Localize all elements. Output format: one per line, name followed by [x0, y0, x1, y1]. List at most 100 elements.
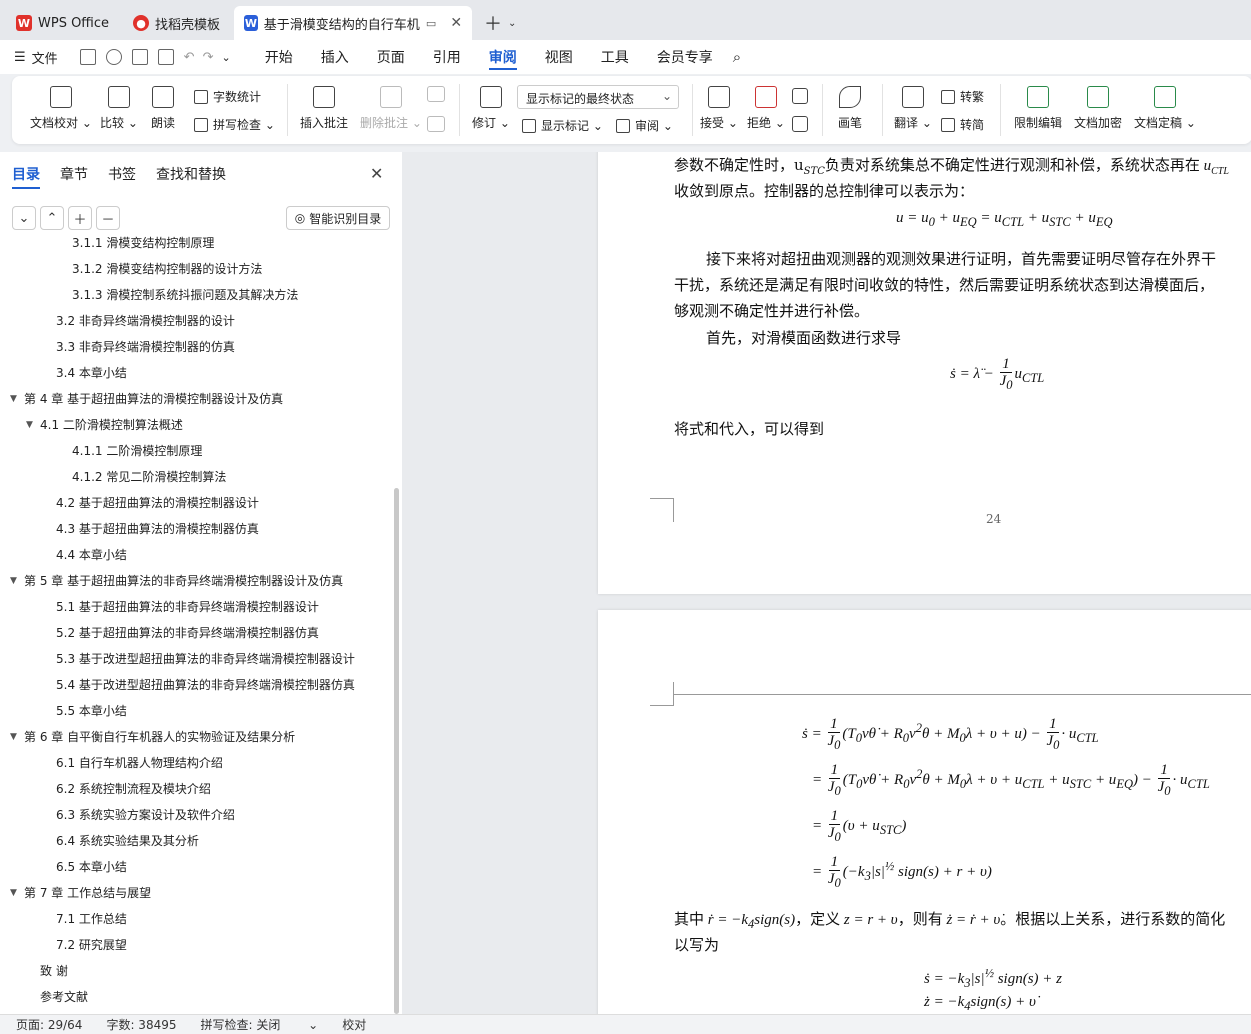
delete-comment-button[interactable]: 删除批注 ⌄: [360, 86, 422, 131]
tab-docer-templates[interactable]: ● 找稻壳模板: [123, 6, 230, 40]
document-page-24[interactable]: 参数不确定性时，uSTC负责对系统集总不确定性进行观测和补偿，系统状态再在 uC…: [598, 152, 1251, 594]
toc-item[interactable]: ▼ 第 7 章 工作总结与展望: [10, 884, 151, 901]
expand-arrow-icon[interactable]: ▼: [10, 732, 24, 742]
menu-tab-review[interactable]: 审阅: [475, 40, 531, 74]
nav-tab-bookmarks[interactable]: 书签: [108, 164, 136, 189]
insert-comment-button[interactable]: 插入批注: [300, 86, 348, 131]
menu-tab-insert[interactable]: 插入: [307, 40, 363, 74]
toc-item[interactable]: 7.2 研究展望: [56, 936, 127, 953]
ink-button[interactable]: 画笔: [838, 86, 862, 131]
toc-item[interactable]: 参考文献: [40, 988, 88, 1005]
chevron-down-icon[interactable]: ⌄: [508, 18, 516, 29]
toc-item[interactable]: 6.2 系统控制流程及模块介绍: [56, 780, 211, 797]
toc-item[interactable]: 7.1 工作总结: [56, 910, 127, 927]
toc-item[interactable]: 5.1 基于超扭曲算法的非奇异终端滑模控制器设计: [56, 598, 319, 615]
menu-tab-member[interactable]: 会员专享: [643, 40, 727, 74]
toc-item[interactable]: 4.1.2 常见二阶滑模控制算法: [72, 468, 226, 485]
expand-up-button[interactable]: ⌃: [40, 206, 64, 230]
menu-tab-page[interactable]: 页面: [363, 40, 419, 74]
toc-item[interactable]: ▼ 第 6 章 自平衡自行车机器人的实物验证及结果分析: [10, 728, 295, 745]
toc-item[interactable]: 5.5 本章小结: [56, 702, 127, 719]
toc-item[interactable]: 6.1 自行车机器人物理结构介绍: [56, 754, 223, 771]
toc-item[interactable]: 3.4 本章小结: [56, 364, 127, 381]
toc-item[interactable]: 4.1.1 二阶滑模控制原理: [72, 442, 202, 459]
reject-button[interactable]: 拒绝 ⌄: [747, 86, 785, 131]
toc-item[interactable]: ▼ 第 5 章 基于超扭曲算法的非奇异终端滑模控制器设计及仿真: [10, 572, 343, 589]
spell-check-button[interactable]: 拼写检查 ⌄: [194, 116, 275, 133]
finalize-button[interactable]: 文档定稿 ⌄: [1134, 86, 1196, 131]
prev-comment-button[interactable]: [427, 86, 445, 108]
add-heading-button[interactable]: ＋: [68, 206, 92, 230]
print-preview-icon[interactable]: [157, 49, 174, 65]
expand-arrow-icon[interactable]: ▼: [26, 420, 40, 430]
toc-item[interactable]: 5.2 基于超扭曲算法的非奇异终端滑模控制器仿真: [56, 624, 319, 641]
document-page-25[interactable]: ṡ = 1 J0 (T0vθ̇ + R0v2θ + M0λ + υ + u) − 1…: [598, 610, 1251, 1014]
markup-state-select[interactable]: 显示标记的最终状态 ⌄: [517, 85, 679, 109]
menu-tab-tools[interactable]: 工具: [587, 40, 643, 74]
page-indicator[interactable]: 页面: 29/64: [16, 1016, 82, 1033]
menu-tab-references[interactable]: 引用: [419, 40, 475, 74]
file-menu[interactable]: ☰ 文件: [14, 48, 58, 67]
to-simplified-button[interactable]: 转简: [941, 116, 984, 133]
word-count-indicator[interactable]: 字数: 38495: [106, 1016, 176, 1033]
expand-arrow-icon[interactable]: ▼: [10, 576, 24, 586]
toc-item[interactable]: ▼ 4.1 二阶滑模控制算法概述: [26, 416, 183, 433]
menu-tab-home[interactable]: 开始: [251, 40, 307, 74]
document-area[interactable]: 参数不确定性时，uSTC负责对系统集总不确定性进行观测和补偿，系统状态再在 uC…: [402, 152, 1251, 1014]
next-change-button[interactable]: [792, 116, 808, 138]
toc-item[interactable]: 3.1.1 滑模变结构控制原理: [72, 234, 214, 251]
compare-button[interactable]: 比较 ⌄: [100, 86, 138, 131]
word-count-button[interactable]: 字数统计: [194, 88, 261, 105]
expand-arrow-icon[interactable]: ▼: [10, 888, 24, 898]
toc-item[interactable]: ▼ 第 4 章 基于超扭曲算法的滑模控制器设计及仿真: [10, 390, 283, 407]
review-pane-button[interactable]: 审阅 ⌄: [616, 117, 673, 134]
show-markup-button[interactable]: 显示标记 ⌄: [522, 117, 603, 134]
toc-item[interactable]: 4.4 本章小结: [56, 546, 127, 563]
nav-tab-toc[interactable]: 目录: [12, 164, 40, 189]
translate-button[interactable]: 翻译 ⌄: [894, 86, 932, 131]
menu-tab-view[interactable]: 视图: [531, 40, 587, 74]
toc-item[interactable]: 3.2 非奇异终端滑模控制器的设计: [56, 312, 235, 329]
to-traditional-button[interactable]: 转繁: [941, 88, 984, 105]
search-icon[interactable]: ⌕: [733, 48, 741, 66]
expand-arrow-icon[interactable]: ▼: [10, 394, 24, 404]
track-changes-button[interactable]: 修订 ⌄: [472, 86, 510, 131]
proofread-indicator[interactable]: 校对: [342, 1016, 366, 1033]
toc-item[interactable]: 3.3 非奇异终端滑模控制器的仿真: [56, 338, 235, 355]
nav-tab-sections[interactable]: 章节: [60, 164, 88, 189]
share-icon[interactable]: [105, 49, 122, 65]
remove-heading-button[interactable]: －: [96, 206, 120, 230]
encrypt-button[interactable]: 文档加密: [1074, 86, 1122, 131]
undo-icon[interactable]: ↶: [184, 50, 195, 65]
tab-document[interactable]: W 基于滑模变结构的自行车机器人 ▭ ✕: [234, 6, 473, 40]
toc-item[interactable]: 3.1.2 滑模变结构控制器的设计方法: [72, 260, 262, 277]
collapse-all-button[interactable]: ⌄: [12, 206, 36, 230]
prev-change-button[interactable]: [792, 88, 808, 110]
read-aloud-button[interactable]: 朗读: [151, 86, 175, 131]
doc-check-button[interactable]: 文档校对 ⌄: [30, 86, 92, 131]
close-icon[interactable]: ✕: [450, 15, 462, 31]
sidebar-scrollbar[interactable]: [394, 488, 399, 1014]
restrict-edit-button[interactable]: 限制编辑: [1014, 86, 1062, 131]
next-comment-button[interactable]: [427, 116, 445, 138]
tab-wps-office[interactable]: W WPS Office: [6, 6, 119, 40]
toc-item[interactable]: 3.1.3 滑模控制系统抖振问题及其解决方法: [72, 286, 298, 303]
toc-item[interactable]: 4.3 基于超扭曲算法的滑模控制器仿真: [56, 520, 259, 537]
close-icon[interactable]: ✕: [370, 164, 383, 183]
toc-item[interactable]: 致 谢: [40, 962, 68, 979]
accept-button[interactable]: 接受 ⌄: [700, 86, 738, 131]
nav-tab-find-replace[interactable]: 查找和替换: [156, 164, 226, 189]
redo-icon[interactable]: ↷: [203, 50, 214, 65]
toc-item[interactable]: 6.5 本章小结: [56, 858, 127, 875]
toc-item[interactable]: 5.3 基于改进型超扭曲算法的非奇异终端滑模控制器设计: [56, 650, 355, 667]
toc-item[interactable]: 6.3 系统实验方案设计及软件介绍: [56, 806, 235, 823]
spell-check-indicator[interactable]: 拼写检查: 关闭 ⌄: [201, 1016, 319, 1033]
save-icon[interactable]: [79, 49, 96, 65]
toc-item[interactable]: 6.4 系统实验结果及其分析: [56, 832, 199, 849]
new-tab-button[interactable]: ＋ ⌄: [476, 6, 524, 40]
print-icon[interactable]: [131, 49, 148, 65]
toc-item[interactable]: 5.4 基于改进型超扭曲算法的非奇异终端滑模控制器仿真: [56, 676, 355, 693]
chevron-down-icon[interactable]: ⌄: [221, 51, 230, 64]
smart-toc-button[interactable]: ◎ 智能识别目录: [286, 206, 390, 230]
toc-item[interactable]: 4.2 基于超扭曲算法的滑模控制器设计: [56, 494, 259, 511]
